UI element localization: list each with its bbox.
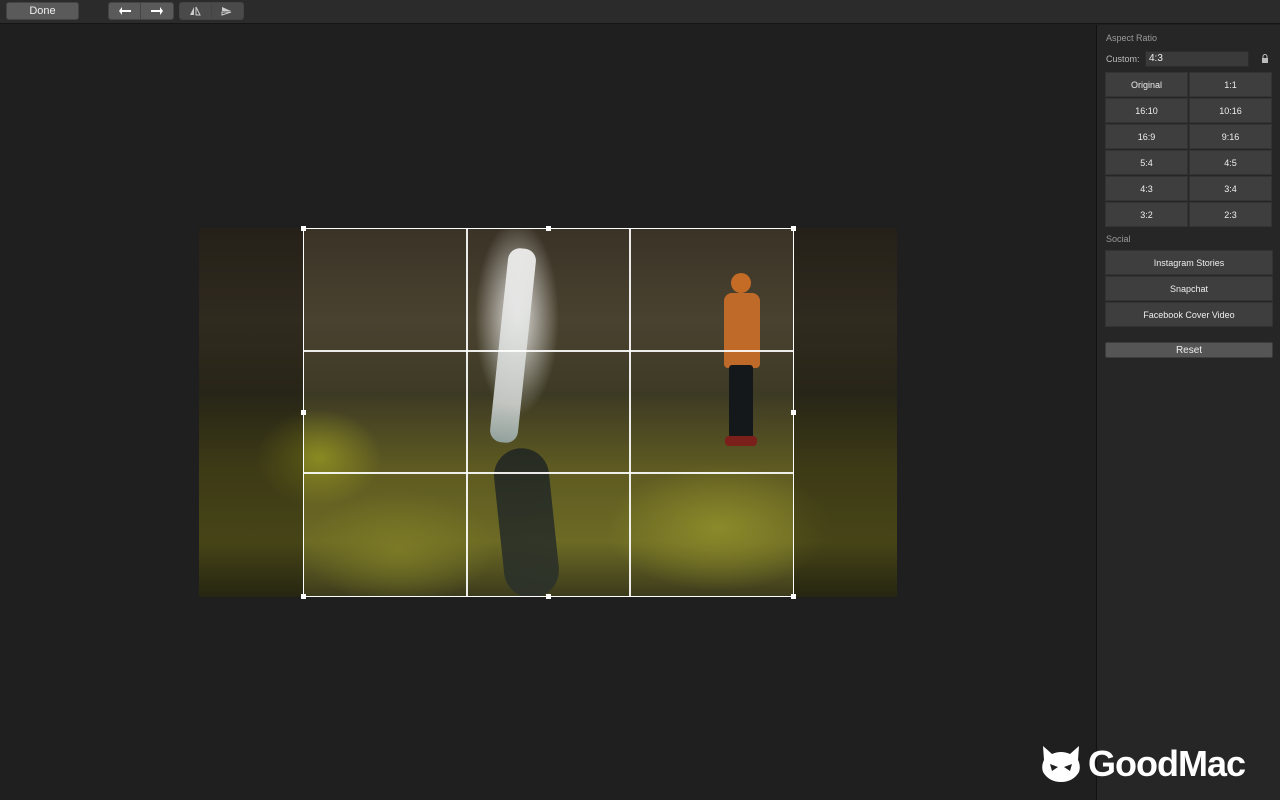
flip-vertical-icon[interactable]: [211, 3, 243, 19]
toolbar: Done: [0, 0, 1280, 24]
social-title: Social: [1106, 234, 1131, 244]
done-button[interactable]: Done: [6, 2, 79, 20]
preset-snapchat[interactable]: Snapchat: [1105, 276, 1273, 301]
crop-shade-right: [794, 228, 897, 597]
undo-redo-group: [108, 2, 174, 20]
crop-handle-bottom-left[interactable]: [301, 594, 306, 599]
grid-line-v2: [629, 229, 631, 596]
preset-4-3[interactable]: 4:3: [1105, 176, 1188, 201]
goodmac-logo-icon: [1042, 746, 1080, 782]
reset-button[interactable]: Reset: [1105, 342, 1273, 358]
custom-ratio-row: Custom: 4:3: [1106, 51, 1274, 67]
preset-2-3[interactable]: 2:3: [1189, 202, 1272, 227]
preset-4-5[interactable]: 4:5: [1189, 150, 1272, 175]
social-presets: Instagram Stories Snapchat Facebook Cove…: [1105, 250, 1273, 327]
aspect-ratio-title: Aspect Ratio: [1106, 33, 1158, 43]
preset-1-1[interactable]: 1:1: [1189, 72, 1272, 97]
grid-line-h2: [304, 472, 793, 474]
crop-handle-top-right[interactable]: [791, 226, 796, 231]
crop-handle-right[interactable]: [791, 410, 796, 415]
preset-5-4[interactable]: 5:4: [1105, 150, 1188, 175]
crop-handle-bottom-right[interactable]: [791, 594, 796, 599]
custom-ratio-input[interactable]: 4:3: [1145, 51, 1249, 67]
crop-handle-left[interactable]: [301, 410, 306, 415]
preset-9-16[interactable]: 9:16: [1189, 124, 1272, 149]
grid-line-h1: [304, 350, 793, 352]
watermark-text: GoodMac: [1088, 743, 1246, 784]
grid-line-v1: [466, 229, 468, 596]
preset-3-4[interactable]: 3:4: [1189, 176, 1272, 201]
crop-box[interactable]: [301, 226, 796, 599]
preset-10-16[interactable]: 10:16: [1189, 98, 1272, 123]
preset-16-10[interactable]: 16:10: [1105, 98, 1188, 123]
crop-handle-top[interactable]: [546, 226, 551, 231]
crop-shade-left: [199, 228, 303, 597]
flip-group: [179, 2, 244, 20]
lock-icon[interactable]: [1261, 53, 1269, 65]
undo-arrow-icon[interactable]: [109, 3, 141, 19]
redo-arrow-icon[interactable]: [141, 3, 173, 19]
preset-grid: Original 1:1 16:10 10:16 16:9 9:16 5:4 4…: [1105, 72, 1273, 227]
preset-original[interactable]: Original: [1105, 72, 1188, 97]
crop-handle-top-left[interactable]: [301, 226, 306, 231]
preset-instagram-stories[interactable]: Instagram Stories: [1105, 250, 1273, 275]
crop-handle-bottom[interactable]: [546, 594, 551, 599]
preset-3-2[interactable]: 3:2: [1105, 202, 1188, 227]
flip-horizontal-icon[interactable]: [180, 3, 212, 19]
goodmac-watermark: GoodMac: [1040, 742, 1246, 786]
preset-16-9[interactable]: 16:9: [1105, 124, 1188, 149]
image-canvas: [0, 25, 1096, 800]
aspect-ratio-panel: Aspect Ratio Custom: 4:3 Original 1:1 16…: [1096, 25, 1280, 800]
preset-facebook-cover-video[interactable]: Facebook Cover Video: [1105, 302, 1273, 327]
custom-label: Custom:: [1106, 54, 1140, 64]
